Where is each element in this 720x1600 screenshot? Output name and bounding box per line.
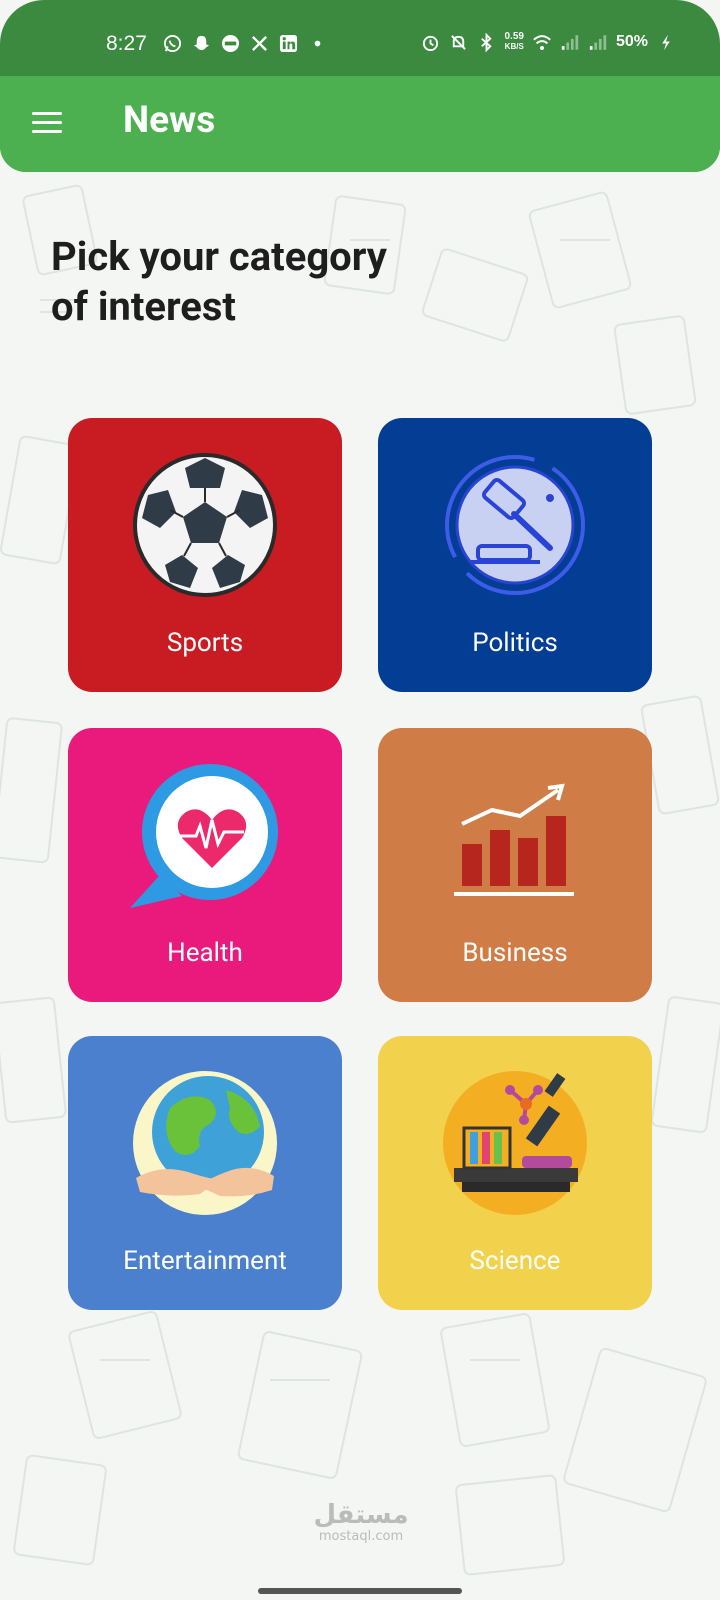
category-card-health[interactable]: Health [68,728,342,1002]
category-card-politics[interactable]: Politics [378,418,652,692]
page-heading: Pick your category of interest [51,233,387,330]
notification-icons [162,33,327,53]
network-speed: 0.59 KB/S [505,32,524,52]
watermark-logo: مستقل mostaql.com [306,1500,416,1544]
home-indicator[interactable] [258,1588,462,1594]
category-label: Entertainment [123,1246,287,1276]
signal-1-icon [560,32,580,52]
bluetooth-icon [477,32,497,52]
charging-icon [656,32,676,52]
gavel-icon [445,455,585,595]
app-title: News [123,99,216,142]
whatsapp-icon [162,33,182,53]
app-365-icon [220,33,240,53]
category-label: Science [469,1246,561,1276]
category-card-science[interactable]: Science [378,1036,652,1310]
x-icon [249,33,269,53]
snapchat-icon [191,33,211,53]
category-label: Health [167,938,243,968]
globe-hands-icon [133,1071,277,1215]
alarm-icon [421,32,441,52]
wifi-icon [532,32,552,52]
category-card-sports[interactable]: Sports [68,418,342,692]
signal-2-icon [588,32,608,52]
category-label: Business [462,938,568,968]
network-speed-value: 0.59 [504,31,524,42]
category-label: Sports [166,628,244,658]
bell-off-icon [449,32,469,52]
category-card-business[interactable]: Business [378,728,652,1002]
network-speed-unit: KB/S [504,42,524,51]
status-time: 8:27 [106,32,147,55]
heart-chat-icon [130,764,278,908]
battery-percent: 50% [615,33,648,50]
status-bar: 8:27 0.59 KB/S 50% [0,0,720,76]
menu-icon[interactable] [32,112,64,138]
watermark-latin: mostaql.com [318,1529,404,1544]
microscope-icon [443,1071,587,1215]
dot-icon [307,33,327,53]
watermark-arabic: مستقل [313,1500,409,1530]
category-card-entertainment[interactable]: Entertainment [68,1036,342,1310]
linkedin-icon [278,33,298,53]
app-bar [0,76,720,172]
soccer-ball-icon [133,453,277,597]
system-icons: 0.59 KB/S 50% [421,32,677,52]
bar-chart-icon [454,783,574,896]
category-label: Politics [472,628,558,658]
